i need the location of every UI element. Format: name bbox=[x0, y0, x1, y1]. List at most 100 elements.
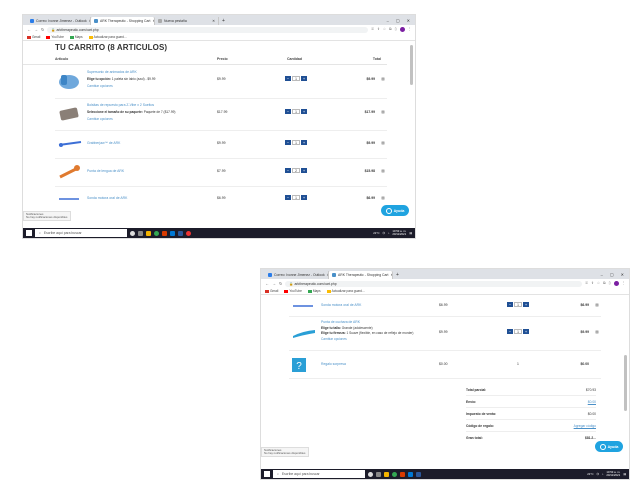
change-options-link[interactable]: Cambiar opciones bbox=[321, 337, 347, 341]
notification-icon[interactable]: ▤ bbox=[409, 231, 412, 235]
remove-item-icon[interactable]: ✕ bbox=[381, 77, 385, 81]
volume-icon[interactable]: ♪ bbox=[388, 231, 389, 235]
office-icon[interactable] bbox=[400, 471, 405, 477]
decrease-qty-button[interactable]: − bbox=[285, 76, 291, 81]
windows-start-icon[interactable] bbox=[26, 230, 32, 236]
increase-qty-button[interactable]: + bbox=[523, 329, 529, 334]
share-icon[interactable]: ⇪ bbox=[377, 27, 380, 32]
product-name-link[interactable]: Sonda motora oral de ARK bbox=[87, 196, 127, 200]
key-icon[interactable]: ⚿ bbox=[371, 27, 374, 32]
decrease-qty-button[interactable]: − bbox=[285, 168, 291, 173]
increase-qty-button[interactable]: + bbox=[301, 76, 307, 81]
reload-icon[interactable]: ↻ bbox=[41, 27, 44, 32]
change-options-link[interactable]: Cambiar opciones bbox=[87, 84, 113, 88]
bookmark-gmail[interactable]: Gmail bbox=[27, 35, 40, 39]
chrome-icon[interactable] bbox=[392, 471, 397, 477]
file-explorer-icon[interactable] bbox=[384, 471, 389, 477]
minimize-icon[interactable]: – bbox=[387, 17, 389, 25]
clock[interactable]: 10:53 a. m. 20/11/2021 bbox=[392, 230, 406, 236]
qty-input[interactable]: 1 bbox=[514, 302, 522, 307]
close-window-icon[interactable]: ✕ bbox=[621, 271, 624, 279]
browser-tab-outlook[interactable]: Correo: Ivonne Jimenez - Outlook✕ bbox=[27, 17, 91, 25]
decrease-qty-button[interactable]: − bbox=[285, 195, 291, 200]
puzzle-icon[interactable]: ⧉ bbox=[603, 281, 606, 286]
puzzle-icon[interactable]: ⧉ bbox=[389, 27, 392, 32]
page-scrollbar[interactable] bbox=[624, 355, 627, 411]
remove-item-icon[interactable]: ✕ bbox=[595, 330, 599, 334]
qty-input[interactable]: 1 bbox=[292, 76, 300, 81]
close-tab-icon[interactable]: ✕ bbox=[212, 17, 215, 25]
menu-icon[interactable]: ⋮ bbox=[408, 27, 412, 32]
network-icon[interactable]: ⌬ bbox=[596, 472, 598, 476]
new-tab-button[interactable]: + bbox=[393, 271, 402, 279]
page-scrollbar[interactable] bbox=[410, 45, 413, 85]
bookmark-maps[interactable]: Maps bbox=[69, 35, 83, 39]
help-button[interactable]: Ayuda bbox=[595, 441, 623, 452]
weather-widget[interactable]: 21°C bbox=[373, 231, 379, 235]
qty-input[interactable]: 1 bbox=[292, 140, 300, 145]
add-code-link[interactable]: Agregar código bbox=[574, 424, 596, 428]
url-input[interactable]: 🔒 arktherapeutic.com/cart.php bbox=[285, 280, 583, 287]
product-name-link[interactable]: Grabberjaw™ de ARK bbox=[87, 141, 120, 145]
maximize-icon[interactable]: ▢ bbox=[396, 17, 400, 25]
increase-qty-button[interactable]: + bbox=[523, 302, 529, 307]
windows-start-icon[interactable] bbox=[264, 471, 270, 477]
app-icon[interactable] bbox=[186, 230, 191, 236]
product-name-link[interactable]: Regalo sorpresa bbox=[321, 362, 346, 366]
cortana-icon[interactable] bbox=[368, 471, 373, 477]
browser-tab-new[interactable]: Nueva pestaña ✕ bbox=[155, 17, 219, 25]
clock[interactable]: 10:53 a. m. 20/11/2021 bbox=[606, 471, 620, 477]
profile-avatar[interactable] bbox=[399, 27, 405, 32]
file-explorer-icon[interactable] bbox=[146, 230, 151, 236]
bookmark-gmail[interactable]: Gmail bbox=[265, 289, 278, 293]
taskbar-search-input[interactable]: ⌕ Escribe aquí para buscar bbox=[35, 229, 127, 237]
sidebar-icon[interactable]: ▯ bbox=[609, 281, 611, 286]
profile-avatar[interactable] bbox=[613, 281, 619, 286]
product-name-link[interactable]: Bolsitas de repuesto para Z-Vibe x 2 Sue… bbox=[87, 103, 154, 107]
remove-item-icon[interactable]: ✕ bbox=[381, 169, 385, 173]
remove-item-icon[interactable]: ✕ bbox=[595, 303, 599, 307]
bookmark-update[interactable]: Actualizar para guard... bbox=[326, 289, 365, 293]
close-window-icon[interactable]: ✕ bbox=[407, 17, 410, 25]
browser-tab-cart[interactable]: ARK Therapeutic - Shopping Cart✕ bbox=[329, 271, 393, 279]
bookmark-youtube[interactable]: YouTube bbox=[46, 35, 64, 39]
increase-qty-button[interactable]: + bbox=[301, 195, 307, 200]
qty-input[interactable]: 1 bbox=[514, 329, 522, 334]
word-icon[interactable] bbox=[178, 230, 183, 236]
task-view-icon[interactable] bbox=[376, 471, 381, 477]
decrease-qty-button[interactable]: − bbox=[507, 302, 513, 307]
increase-qty-button[interactable]: + bbox=[301, 168, 307, 173]
browser-tab-outlook[interactable]: Correo: Ivonne Jimenez - Outlook✕ bbox=[265, 271, 329, 279]
mail-icon[interactable] bbox=[408, 471, 413, 477]
key-icon[interactable]: ⚿ bbox=[585, 281, 588, 286]
star-icon[interactable]: ☆ bbox=[597, 281, 600, 286]
product-name-link[interactable]: Punta de cuchara de ARK bbox=[321, 320, 360, 324]
increase-qty-button[interactable]: + bbox=[301, 109, 307, 114]
cortana-icon[interactable] bbox=[130, 230, 135, 236]
qty-input[interactable]: 1 bbox=[292, 109, 300, 114]
help-button[interactable]: Ayuda bbox=[381, 205, 409, 216]
taskbar-search-input[interactable]: ⌕ Escribe aquí para buscar bbox=[273, 470, 365, 478]
back-icon[interactable]: ← bbox=[27, 27, 31, 32]
minimize-icon[interactable]: – bbox=[601, 271, 603, 279]
product-name-link[interactable]: Supersonic de animados de ARK bbox=[87, 70, 137, 74]
back-icon[interactable]: ← bbox=[265, 281, 269, 286]
word-icon[interactable] bbox=[416, 471, 421, 477]
decrease-qty-button[interactable]: − bbox=[507, 329, 513, 334]
mail-icon[interactable] bbox=[170, 230, 175, 236]
maximize-icon[interactable]: ▢ bbox=[610, 271, 614, 279]
url-input[interactable]: 🔒 arktherapeutic.com/cart.php bbox=[47, 26, 369, 33]
bookmark-youtube[interactable]: YouTube bbox=[284, 289, 302, 293]
bookmark-update[interactable]: Actualizar para guard... bbox=[88, 35, 127, 39]
decrease-qty-button[interactable]: − bbox=[285, 140, 291, 145]
notification-icon[interactable]: ▤ bbox=[623, 472, 626, 476]
remove-item-icon[interactable]: ✕ bbox=[381, 196, 385, 200]
star-icon[interactable]: ☆ bbox=[383, 27, 386, 32]
remove-item-icon[interactable]: ✕ bbox=[381, 110, 385, 114]
weather-widget[interactable]: 21°C bbox=[587, 472, 593, 476]
browser-tab-cart[interactable]: ARK Therapeutic - Shopping Cart✕ bbox=[91, 17, 155, 25]
forward-icon[interactable]: → bbox=[272, 281, 276, 286]
qty-input[interactable]: 2 bbox=[292, 168, 300, 173]
bookmark-maps[interactable]: Maps bbox=[307, 289, 321, 293]
sidebar-icon[interactable]: ▯ bbox=[395, 27, 397, 32]
